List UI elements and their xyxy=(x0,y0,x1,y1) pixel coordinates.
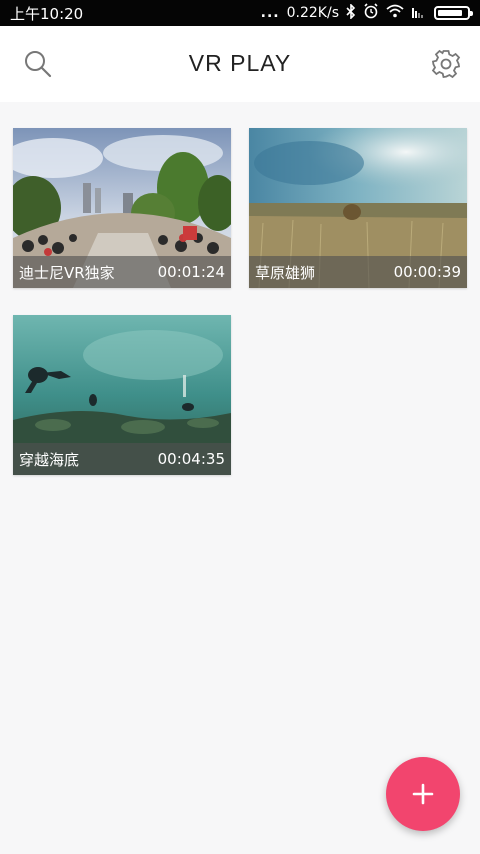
settings-button[interactable] xyxy=(424,42,468,86)
gear-icon xyxy=(431,49,461,79)
video-caption: 穿越海底 00:04:35 xyxy=(13,443,231,475)
page-title: VR PLAY xyxy=(188,50,292,76)
video-title: 草原雄狮 xyxy=(255,263,316,282)
alarm-icon xyxy=(363,3,379,23)
video-card[interactable]: 穿越海底 00:04:35 xyxy=(13,315,231,475)
video-caption: 迪士尼VR独家 00:01:24 xyxy=(13,256,231,288)
add-video-button[interactable] xyxy=(386,757,460,831)
wifi-icon xyxy=(386,4,404,22)
plus-icon xyxy=(412,783,434,805)
app-header: VR PLAY xyxy=(0,26,480,102)
video-title: 迪士尼VR独家 xyxy=(19,263,115,282)
video-duration: 00:04:35 xyxy=(157,450,225,468)
sim-icon xyxy=(411,6,425,20)
video-caption: 草原雄狮 00:00:39 xyxy=(249,256,467,288)
notification-dots: ... xyxy=(260,5,280,21)
video-duration: 00:00:39 xyxy=(393,263,461,281)
video-card[interactable]: 迪士尼VR独家 00:01:24 xyxy=(13,128,231,288)
status-bar: 上午10:20 ... 0.22K/s xyxy=(0,0,480,26)
status-indicators: ... 0.22K/s xyxy=(260,2,473,23)
network-speed: 0.22K/s xyxy=(286,5,339,21)
battery-icon xyxy=(434,6,473,20)
status-time: 上午10:20 xyxy=(10,4,84,23)
video-title: 穿越海底 xyxy=(19,450,80,469)
battery-fill xyxy=(438,10,462,16)
video-card[interactable]: 草原雄狮 00:00:39 xyxy=(249,128,467,288)
video-duration: 00:01:24 xyxy=(157,263,225,281)
bluetooth-icon xyxy=(346,2,356,23)
